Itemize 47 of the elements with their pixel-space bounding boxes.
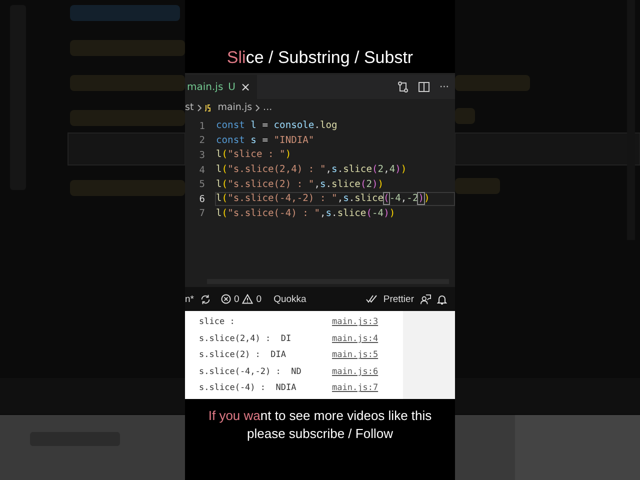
console-message: s.slice(-4) : NDIA [198,383,298,394]
source-link[interactable]: main.js:5 [332,350,378,360]
console-message: s.slice(2) : DIA [198,350,287,360]
error-count[interactable]: 0 [234,294,240,304]
line-number: 6 [198,194,205,205]
split-editor-icon[interactable] [418,81,430,93]
breadcrumb-item[interactable]: st [185,102,194,113]
console-message: s.slice(-4,-2) : ND [198,366,302,377]
feedback-icon[interactable] [420,294,431,304]
warning-count[interactable]: 0 [256,294,262,304]
line-number: 1 [198,120,205,132]
chevron-icon [196,104,202,112]
double-check-icon [366,295,378,303]
quokka-status[interactable]: Quokka [274,294,306,304]
console-message: s.slice(2,4) : DI [198,334,292,344]
bell-icon[interactable] [437,294,447,304]
code-line: const l = console.log [215,119,338,134]
compare-changes-icon[interactable] [397,81,410,93]
code-line: l("slice : ") [215,148,292,162]
source-link[interactable]: main.js:4 [332,334,378,344]
video-caption: Slice / Substring / Substr [226,48,414,69]
source-link[interactable]: main.js:7 [332,383,378,394]
source-link[interactable]: main.js:3 [332,317,378,328]
line-number: 7 [198,208,205,220]
untracked-marker: U [228,82,236,92]
file-tab[interactable]: main.js U × [185,75,257,99]
breadcrumb-item[interactable]: main.js [218,102,252,113]
code-line: l("s.slice(2,4) : ",s.slice(2,4)) [215,163,408,178]
code-line: l("s.slice(-4) : ",s.slice(-4)) [215,206,396,221]
line-number: 4 [198,164,205,176]
video-subtitle: If you want to see more videos like this please subscribe / Follow [208,407,432,443]
prettier-status[interactable]: Prettier [383,294,414,304]
more-actions-button[interactable]: ··· [439,82,449,92]
sync-icon[interactable] [200,294,211,304]
chevron-icon [255,104,260,112]
error-icon [220,294,231,304]
line-number: 5 [198,179,205,190]
line-number: 3 [198,150,205,161]
breadcrumb-item[interactable]: ... [263,102,272,113]
source-link[interactable]: main.js:6 [332,366,378,377]
line-number: 2 [198,135,205,146]
branch-label[interactable]: n* [185,294,194,304]
code-line: const s = "INDIA" [215,134,316,148]
console-message: slice : [198,317,236,328]
close-button[interactable]: × [240,80,251,94]
code-line: l("s.slice(2) : ",s.slice(2)) [215,178,385,192]
warning-icon [242,294,254,304]
